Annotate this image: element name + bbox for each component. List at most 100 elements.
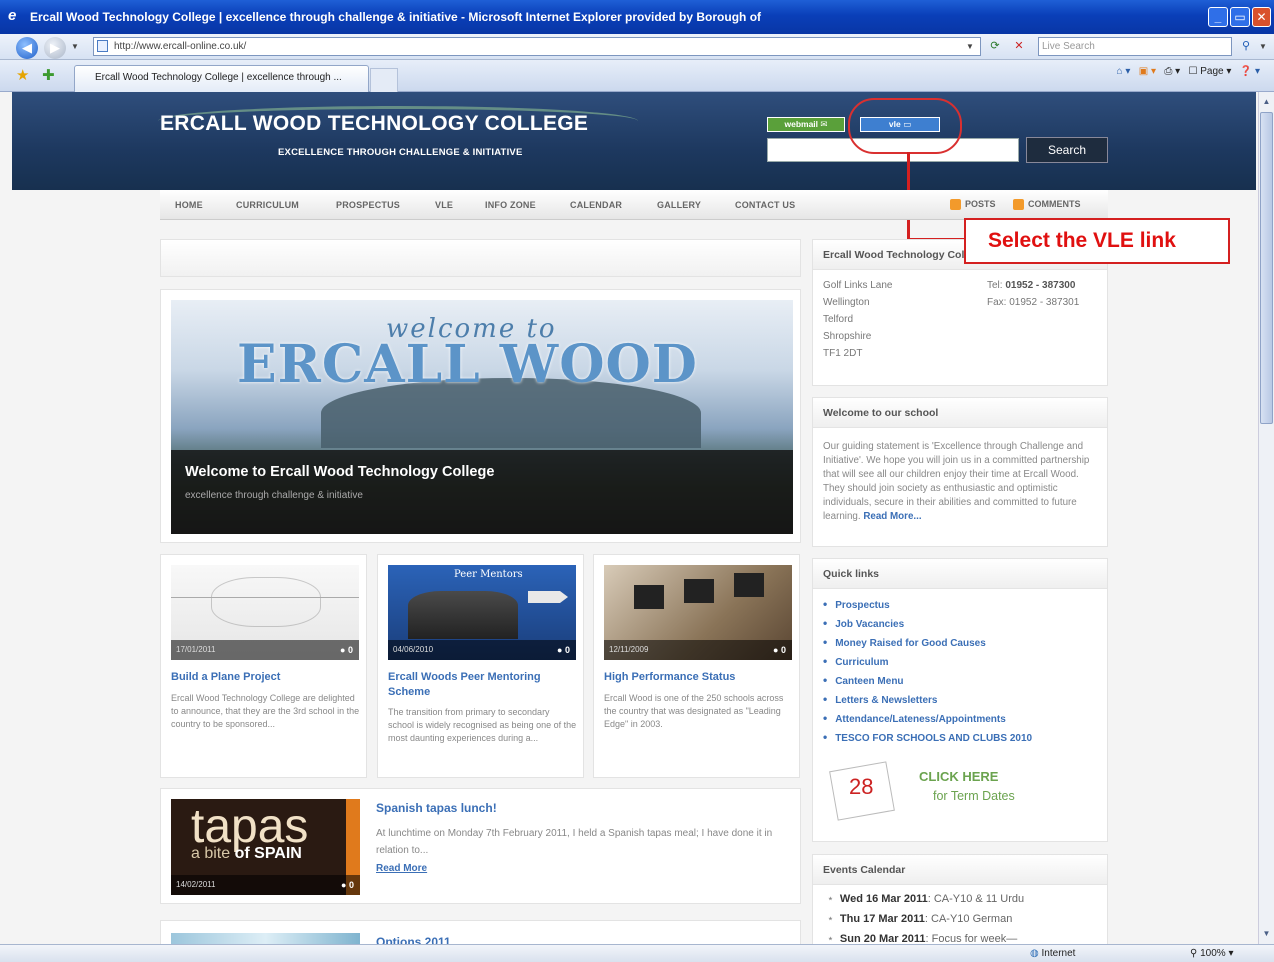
options-thumbnail[interactable] <box>171 933 360 944</box>
nav-curriculum[interactable]: CURRICULUM <box>236 200 299 210</box>
nav-calendar[interactable]: CALENDAR <box>570 200 622 210</box>
page-menu[interactable]: ☐ Page ▾ <box>1188 66 1231 77</box>
welcome-read-more-link[interactable]: Read More... <box>863 511 921 522</box>
telephone: Tel: 01952 - 387300 <box>987 280 1076 291</box>
webmail-button[interactable]: webmail ✉ <box>767 117 845 132</box>
signpost-shape <box>528 591 568 603</box>
featured-image[interactable]: welcome to ERCALL WOOD Welcome to Ercall… <box>171 300 793 534</box>
callout-box: Select the VLE link <box>964 218 1230 264</box>
plane-thumbnail[interactable]: 17/01/2011 ● 0 <box>171 565 359 660</box>
quick-link-prospectus[interactable]: Prospectus <box>823 597 889 611</box>
forward-button[interactable]: ▶ <box>44 37 66 59</box>
post-title[interactable]: Options 2011 <box>376 935 451 944</box>
help-icon[interactable]: ❓ ▾ <box>1240 66 1260 77</box>
post-excerpt: At lunchtime on Monday 7th February 2011… <box>376 828 773 856</box>
minimize-button[interactable]: _ <box>1208 7 1228 27</box>
featured-title[interactable]: Welcome to Ercall Wood Technology Colleg… <box>185 464 494 480</box>
add-favorites-icon[interactable]: ✚ <box>42 66 55 84</box>
back-button[interactable]: ◀ <box>16 37 38 59</box>
post-item: tapas a bite of SPAIN 14/02/2011 ● 0 Span… <box>160 788 801 904</box>
nav-contact-us[interactable]: CONTACT US <box>735 200 795 210</box>
comments-feed-link[interactable]: COMMENTS <box>1013 199 1081 211</box>
command-bar: ⌂ ▾ ▣ ▾ ⎙ ▾ ☐ Page ▾ ❓ ▾ <box>1117 66 1260 77</box>
events-panel: Events Calendar Wed 16 Mar 2011: CA-Y10 … <box>812 854 1108 944</box>
new-tab-button[interactable] <box>370 68 398 92</box>
ercall-wood-banner: ERCALL WOOD <box>237 334 698 395</box>
site-search-button[interactable]: Search <box>1026 137 1108 163</box>
event-item[interactable]: Thu 17 Mar 2011: CA-Y10 German <box>827 912 1012 925</box>
computer-room-thumbnail[interactable]: 12/11/2009 ● 0 <box>604 565 792 660</box>
students-silhouette <box>408 591 518 639</box>
quick-link-attendance[interactable]: Attendance/Lateness/Appointments <box>823 711 1006 725</box>
scroll-up-icon[interactable]: ▲ <box>1260 94 1273 110</box>
window-title-bar: Ercall Wood Technology College | excelle… <box>0 0 1274 34</box>
welcome-heading: Welcome to our school <box>813 398 1107 428</box>
quick-links-panel: Quick links Prospectus Job Vacancies Mon… <box>812 558 1108 842</box>
page-icon <box>97 40 108 52</box>
monitor-shape <box>684 579 714 603</box>
scrollbar-thumb[interactable] <box>1260 112 1273 424</box>
read-more-link[interactable]: Read More <box>376 863 427 874</box>
nav-home[interactable]: HOME <box>175 200 203 210</box>
search-options-icon[interactable]: ▼ <box>1256 37 1270 56</box>
tapas-thumbnail[interactable]: tapas a bite of SPAIN 14/02/2011 ● 0 <box>171 799 360 895</box>
vertical-scrollbar[interactable]: ▲ ▼ <box>1258 92 1274 944</box>
quick-link-curriculum[interactable]: Curriculum <box>823 654 888 668</box>
college-name[interactable]: ERCALL WOOD TECHNOLOGY COLLEGE <box>160 112 588 136</box>
nav-vle[interactable]: VLE <box>435 200 453 210</box>
nav-gallery[interactable]: GALLERY <box>657 200 701 210</box>
card-title[interactable]: Ercall Woods Peer Mentoring Scheme <box>388 670 578 700</box>
news-card: Peer Mentors 04/06/2010 ● 0 Ercall Woods … <box>377 554 584 778</box>
posts-feed-link[interactable]: POSTS <box>950 199 996 211</box>
quick-link-money-raised[interactable]: Money Raised for Good Causes <box>823 635 986 649</box>
monitor-shape <box>634 585 664 609</box>
nav-info-zone[interactable]: INFO ZONE <box>485 200 536 210</box>
calendar-icon[interactable]: 28 <box>827 754 897 821</box>
peer-mentors-thumbnail[interactable]: Peer Mentors 04/06/2010 ● 0 <box>388 565 576 660</box>
stop-icon[interactable]: ✕ <box>1009 37 1029 56</box>
maximize-button[interactable]: ▭ <box>1230 7 1250 27</box>
event-item[interactable]: Sun 20 Mar 2011: Focus for week— <box>827 932 1017 944</box>
news-card: 17/01/2011 ● 0 Build a Plane Project Erca… <box>160 554 367 778</box>
history-dropdown-icon[interactable]: ▼ <box>68 37 82 56</box>
post-title[interactable]: Spanish tapas lunch! <box>376 801 497 815</box>
address-line: TF1 2DT <box>823 348 863 359</box>
peer-mentors-caption: Peer Mentors <box>454 569 523 580</box>
calendar-number: 28 <box>849 774 874 799</box>
news-card: 12/11/2009 ● 0 High Performance Status Er… <box>593 554 800 778</box>
refresh-icon[interactable]: ⟳ <box>985 37 1005 56</box>
featured-caption: Welcome to Ercall Wood Technology Colleg… <box>171 450 793 534</box>
zoom-level[interactable]: ⚲ 100% ▾ <box>1190 945 1234 962</box>
address-line: Shropshire <box>823 331 872 342</box>
feeds-icon[interactable]: ▣ ▾ <box>1139 66 1156 77</box>
term-dates-link[interactable]: CLICK HERE <box>919 769 998 784</box>
address-input[interactable]: http://www.ercall-online.co.uk/ <box>93 37 981 56</box>
plane-sketch <box>211 577 321 627</box>
favorites-star-icon[interactable]: ★ <box>16 66 29 84</box>
quick-link-letters[interactable]: Letters & Newsletters <box>823 692 937 706</box>
quick-link-job-vacancies[interactable]: Job Vacancies <box>823 616 904 630</box>
card-title[interactable]: Build a Plane Project <box>171 670 361 685</box>
welcome-text: Our guiding statement is 'Excellence thr… <box>823 441 1090 522</box>
browser-tab[interactable]: Ercall Wood Technology College | excelle… <box>74 65 369 92</box>
featured-subtitle: excellence through challenge & initiativ… <box>185 490 363 501</box>
term-dates-text[interactable]: for Term Dates <box>933 789 1015 803</box>
quick-link-canteen-menu[interactable]: Canteen Menu <box>823 673 903 687</box>
card-excerpt: Ercall Wood is one of the 250 schools ac… <box>604 693 784 729</box>
vle-highlight-oval <box>848 98 962 154</box>
live-search-input[interactable]: Live Search <box>1038 37 1232 56</box>
nav-prospectus[interactable]: PROSPECTUS <box>336 200 400 210</box>
close-button[interactable]: ✕ <box>1252 7 1271 27</box>
comment-count: ● 0 <box>557 645 570 655</box>
plane-line <box>171 597 359 598</box>
address-dropdown-icon[interactable]: ▼ <box>960 37 980 56</box>
search-icon[interactable]: ⚲ <box>1236 37 1256 56</box>
home-icon[interactable]: ⌂ ▾ <box>1117 66 1131 77</box>
quick-link-tesco[interactable]: TESCO FOR SCHOOLS AND CLUBS 2010 <box>823 730 1032 744</box>
card-excerpt: Ercall Wood Technology College are delig… <box>171 693 360 729</box>
card-title[interactable]: High Performance Status <box>604 670 794 685</box>
event-item[interactable]: Wed 16 Mar 2011: CA-Y10 & 11 Urdu <box>827 892 1024 905</box>
scroll-down-icon[interactable]: ▼ <box>1260 926 1273 942</box>
favorites-bar: ★ ✚ Ercall Wood Technology College | exc… <box>0 60 1274 92</box>
print-icon[interactable]: ⎙ ▾ <box>1164 66 1180 77</box>
